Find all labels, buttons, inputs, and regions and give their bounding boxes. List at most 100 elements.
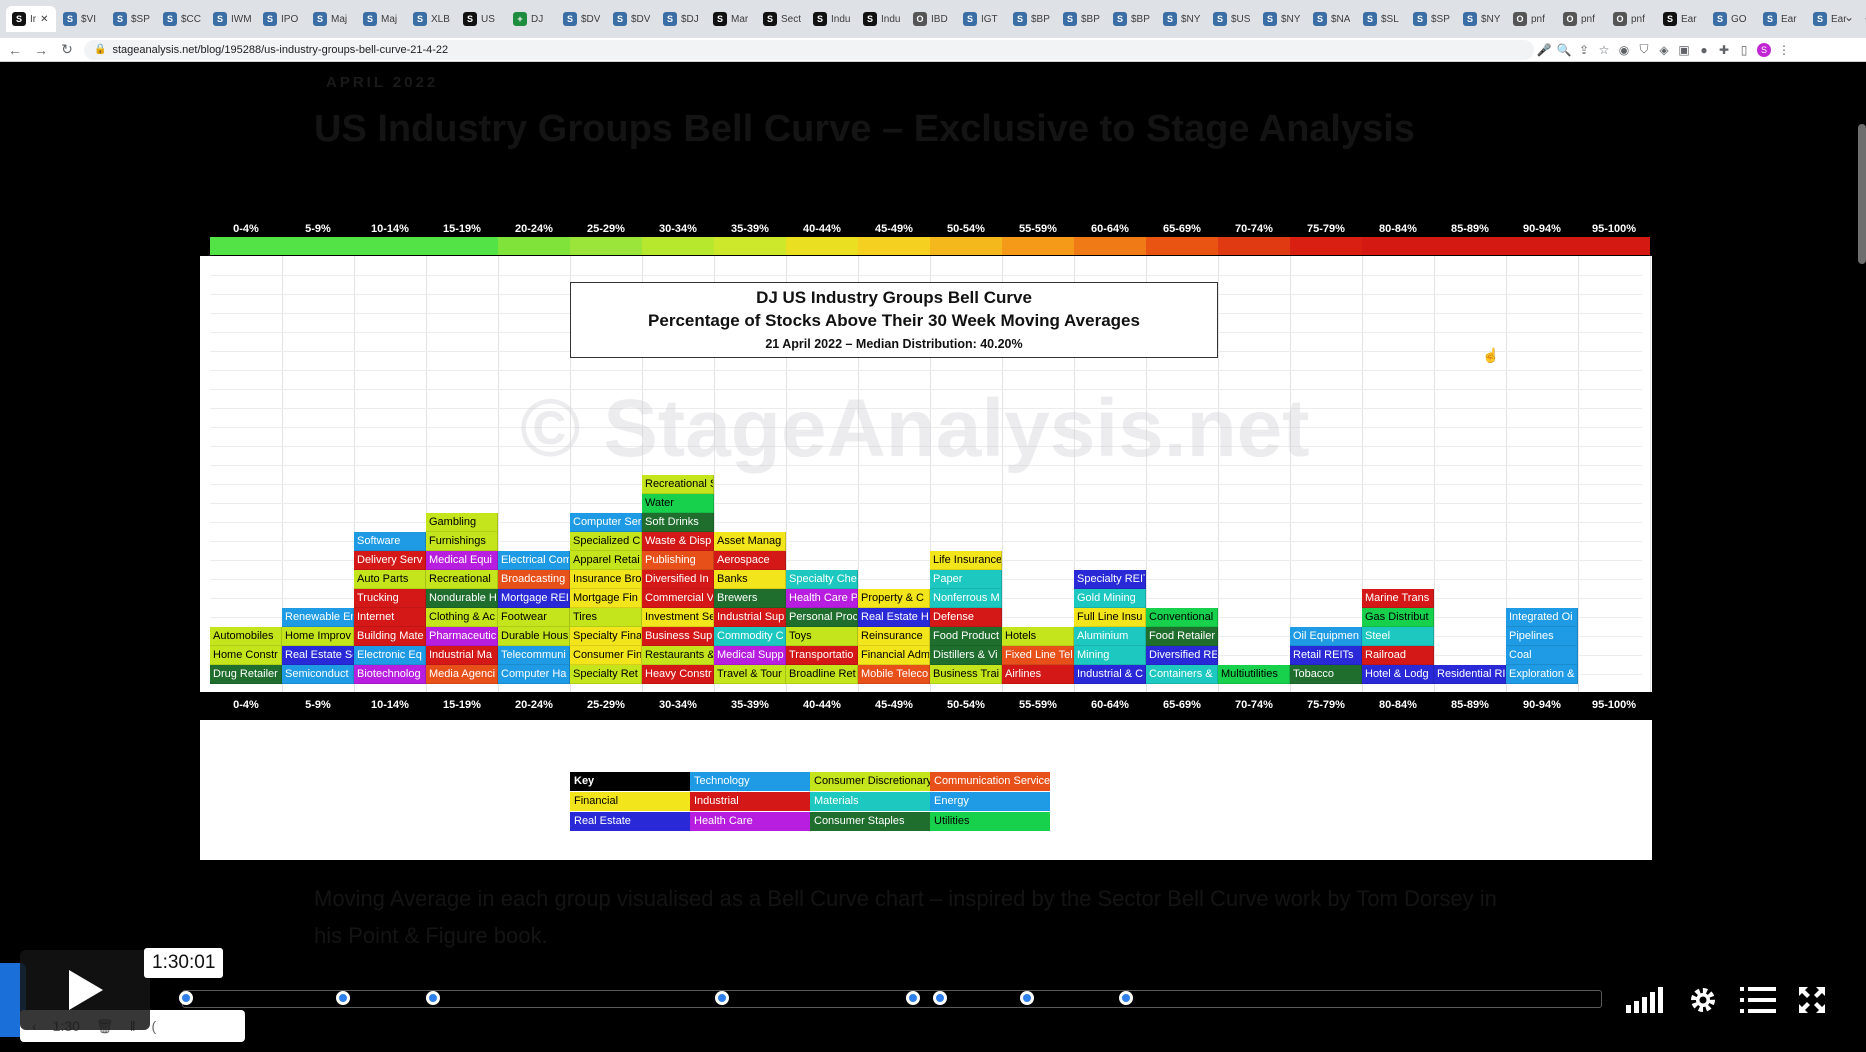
browser-tab[interactable]: Opnf: [1607, 6, 1656, 32]
zoom-icon[interactable]: 🔍: [1554, 43, 1574, 57]
profile-avatar[interactable]: S: [1754, 42, 1774, 57]
browser-tab[interactable]: S $DV: [607, 6, 656, 32]
browser-tab[interactable]: S Indu: [807, 6, 856, 32]
industry-group-cell: Heavy Constr: [642, 665, 714, 684]
browser-tab[interactable]: Opnf: [1557, 6, 1606, 32]
industry-group-cell: Personal Proc: [786, 608, 858, 627]
industry-group-cell: Business Trai: [930, 665, 1002, 684]
industry-group-cell: Waste & Disp: [642, 532, 714, 551]
settings-icon[interactable]: [1688, 985, 1718, 1015]
browser-tab[interactable]: S $US: [1207, 6, 1256, 32]
browser-tab[interactable]: S Ear: [1657, 6, 1706, 32]
forward-icon[interactable]: →: [30, 42, 52, 58]
play-button[interactable]: [20, 950, 150, 1030]
page-scrollbar[interactable]: [1858, 124, 1866, 264]
reload-icon[interactable]: ↻: [56, 41, 78, 58]
browser-tab[interactable]: S IGT: [957, 6, 1006, 32]
browser-tab[interactable]: S US: [457, 6, 506, 32]
timeline-bar[interactable]: [182, 990, 1602, 1008]
browser-tab[interactable]: S Maj: [307, 6, 356, 32]
browser-tab[interactable]: S $CC: [157, 6, 206, 32]
address-bar[interactable]: 🔒 stageanalysis.net/blog/195288/us-indus…: [84, 39, 1534, 60]
browser-tab[interactable]: S $NA: [1307, 6, 1356, 32]
browser-tab[interactable]: S XLB: [407, 6, 456, 32]
bucket-label-top: 70-74%: [1235, 223, 1273, 235]
browser-tab[interactable]: S $BP: [1107, 6, 1156, 32]
browser-tab[interactable]: S $DJ: [657, 6, 706, 32]
browser-tab[interactable]: S GO: [1707, 6, 1756, 32]
browser-tab[interactable]: S $SP: [107, 6, 156, 32]
browser-tab[interactable]: S IPO: [257, 6, 306, 32]
tab-label: $BP: [1131, 13, 1150, 25]
tab-favicon-icon: +: [513, 12, 527, 26]
browser-tab[interactable]: S IWM: [207, 6, 256, 32]
chart-legend: Key Technology Consumer Discretionary Commu…: [200, 720, 1652, 860]
tab-favicon-icon: S: [1163, 12, 1177, 26]
industry-group-cell: Real Estate H: [858, 608, 930, 627]
tab-label: IWM: [231, 13, 252, 25]
video-player[interactable]: APRIL 2022 US Industry Groups Bell Curve…: [0, 62, 1866, 1052]
tab-label: Mar: [731, 13, 749, 25]
heat-band-segment: [1434, 237, 1506, 255]
shield-icon[interactable]: ⛉: [1634, 42, 1654, 57]
browser-tab[interactable]: S $BP: [1007, 6, 1056, 32]
tab-label: US: [481, 13, 495, 25]
tab-label: DJ: [531, 13, 544, 25]
fullscreen-icon[interactable]: [1798, 986, 1826, 1014]
browser-tab[interactable]: + DJ: [507, 6, 556, 32]
tab-search-icon[interactable]: ⌄: [1844, 10, 1854, 24]
industry-group-cell: Pipelines: [1506, 627, 1578, 646]
browser-tab[interactable]: S $VI: [57, 6, 106, 32]
industry-group-cell: Paper: [930, 570, 1002, 589]
bell-curve-chart: © StageAnalysis.net DJ US Industry Group…: [200, 222, 1652, 860]
extension-icon[interactable]: ◈: [1654, 43, 1674, 57]
industry-group-cell: Broadcasting: [498, 570, 570, 589]
browser-tab[interactable]: S $NY: [1257, 6, 1306, 32]
browser-tab[interactable]: S Sect: [757, 6, 806, 32]
tab-favicon-icon: O: [913, 12, 927, 26]
bucket-label-bottom: 5-9%: [305, 699, 331, 711]
chapter-marker[interactable]: [905, 991, 920, 1005]
browser-tab[interactable]: S $NY: [1457, 6, 1506, 32]
volume-icon[interactable]: [1626, 987, 1666, 1013]
tab-label: pnf: [1531, 13, 1545, 25]
browser-tab[interactable]: S Mar: [707, 6, 756, 32]
back-icon[interactable]: ←: [4, 42, 26, 58]
browser-tab[interactable]: O IBD: [907, 6, 956, 32]
browser-tab[interactable]: S Ir ✕: [6, 6, 56, 32]
chapter-marker[interactable]: [932, 991, 947, 1005]
browser-tab[interactable]: S Maj: [357, 6, 406, 32]
new-tab-button[interactable]: +: [1857, 6, 1866, 32]
extension-icon[interactable]: ●: [1694, 43, 1714, 57]
browser-tab[interactable]: S Indu: [857, 6, 906, 32]
browser-tab[interactable]: Opnf: [1507, 6, 1556, 32]
bucket-label-top: 90-94%: [1523, 223, 1561, 235]
chapters-icon[interactable]: [1740, 986, 1776, 1014]
menu-icon[interactable]: ⋮: [1774, 43, 1794, 57]
tab-favicon-icon: S: [1813, 12, 1827, 26]
extension-icon[interactable]: ◉: [1614, 43, 1634, 57]
sidebar-icon[interactable]: ▯: [1734, 43, 1754, 57]
browser-tab[interactable]: S $SL: [1357, 6, 1406, 32]
share-icon[interactable]: ⇪: [1574, 43, 1594, 57]
browser-tab[interactable]: S Ear: [1757, 6, 1806, 32]
tab-label: $NY: [1281, 13, 1301, 25]
browser-tab[interactable]: S $SP: [1407, 6, 1456, 32]
extension-icon[interactable]: ▣: [1674, 43, 1694, 57]
puzzle-icon[interactable]: ✚: [1714, 43, 1734, 57]
bookmark-star-icon[interactable]: ☆: [1594, 43, 1614, 57]
browser-tab[interactable]: S $NY: [1157, 6, 1206, 32]
tab-label: $VI: [81, 13, 97, 25]
browser-tab[interactable]: S $DV: [557, 6, 606, 32]
heat-band-segment: [786, 237, 858, 255]
tab-strip: S Ir ✕ S $VI S $SP S $CC S IWM S IPO S Maj S Maj S XLB S US +…: [0, 0, 1866, 38]
browser-tab[interactable]: S $BP: [1057, 6, 1106, 32]
bucket-label-top: 95-100%: [1591, 223, 1637, 235]
chapter-marker[interactable]: [714, 991, 729, 1005]
close-tab-icon[interactable]: ✕: [40, 14, 48, 25]
chapter-marker[interactable]: [179, 991, 193, 1005]
mic-icon[interactable]: 🎤: [1534, 43, 1554, 57]
industry-group-cell: Industrial Ma: [426, 646, 498, 665]
industry-group-cell: Steel: [1362, 627, 1434, 646]
chapter-marker[interactable]: [335, 991, 350, 1005]
